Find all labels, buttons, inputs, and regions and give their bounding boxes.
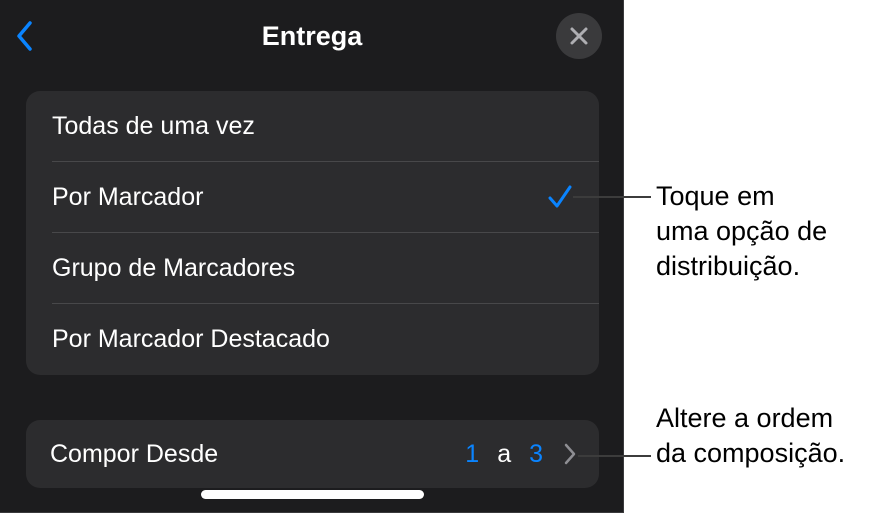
chevron-right-icon xyxy=(564,443,576,465)
option-label: Por Marcador xyxy=(52,183,204,211)
callout-line-delivery xyxy=(573,196,651,198)
page-title: Entrega xyxy=(261,21,363,51)
close-button[interactable] xyxy=(556,13,602,59)
callout-delivery: Toque em uma opção de distribuição. xyxy=(656,179,827,284)
callout-line-text: distribuição. xyxy=(656,251,801,281)
option-by-bullet[interactable]: Por Marcador xyxy=(26,162,599,233)
delivery-panel: Entrega Todas de uma vez Por Marcador Gr… xyxy=(0,0,624,513)
option-highlighted-bullet[interactable]: Por Marcador Destacado xyxy=(26,304,599,375)
callout-line-text: Toque em xyxy=(656,181,775,211)
option-label: Todas de uma vez xyxy=(52,112,255,140)
callout-line-text: da composição. xyxy=(656,438,846,468)
option-all-at-once[interactable]: Todas de uma vez xyxy=(26,91,599,162)
build-order-row[interactable]: Compor Desde 1 a 3 xyxy=(26,420,599,488)
range-from: 1 xyxy=(465,439,480,468)
option-bullet-group[interactable]: Grupo de Marcadores xyxy=(26,233,599,304)
range-to: 3 xyxy=(529,439,543,468)
option-label: Por Marcador Destacado xyxy=(52,325,330,353)
home-indicator xyxy=(201,490,424,499)
disclosure-chevron xyxy=(563,442,577,466)
callout-line-text: Altere a ordem xyxy=(656,403,834,433)
callout-line-text: uma opção de xyxy=(656,216,828,246)
range-separator: a xyxy=(497,439,512,468)
callout-line-order xyxy=(578,455,651,457)
build-range: 1 a 3 xyxy=(465,420,577,488)
build-order-label: Compor Desde xyxy=(50,439,219,468)
callout-order: Altere a ordem da composição. xyxy=(656,401,845,471)
delivery-options-list: Todas de uma vez Por Marcador Grupo de M… xyxy=(26,91,599,375)
checkmark-icon xyxy=(548,185,572,208)
option-label: Grupo de Marcadores xyxy=(52,254,296,282)
close-icon xyxy=(570,27,588,45)
